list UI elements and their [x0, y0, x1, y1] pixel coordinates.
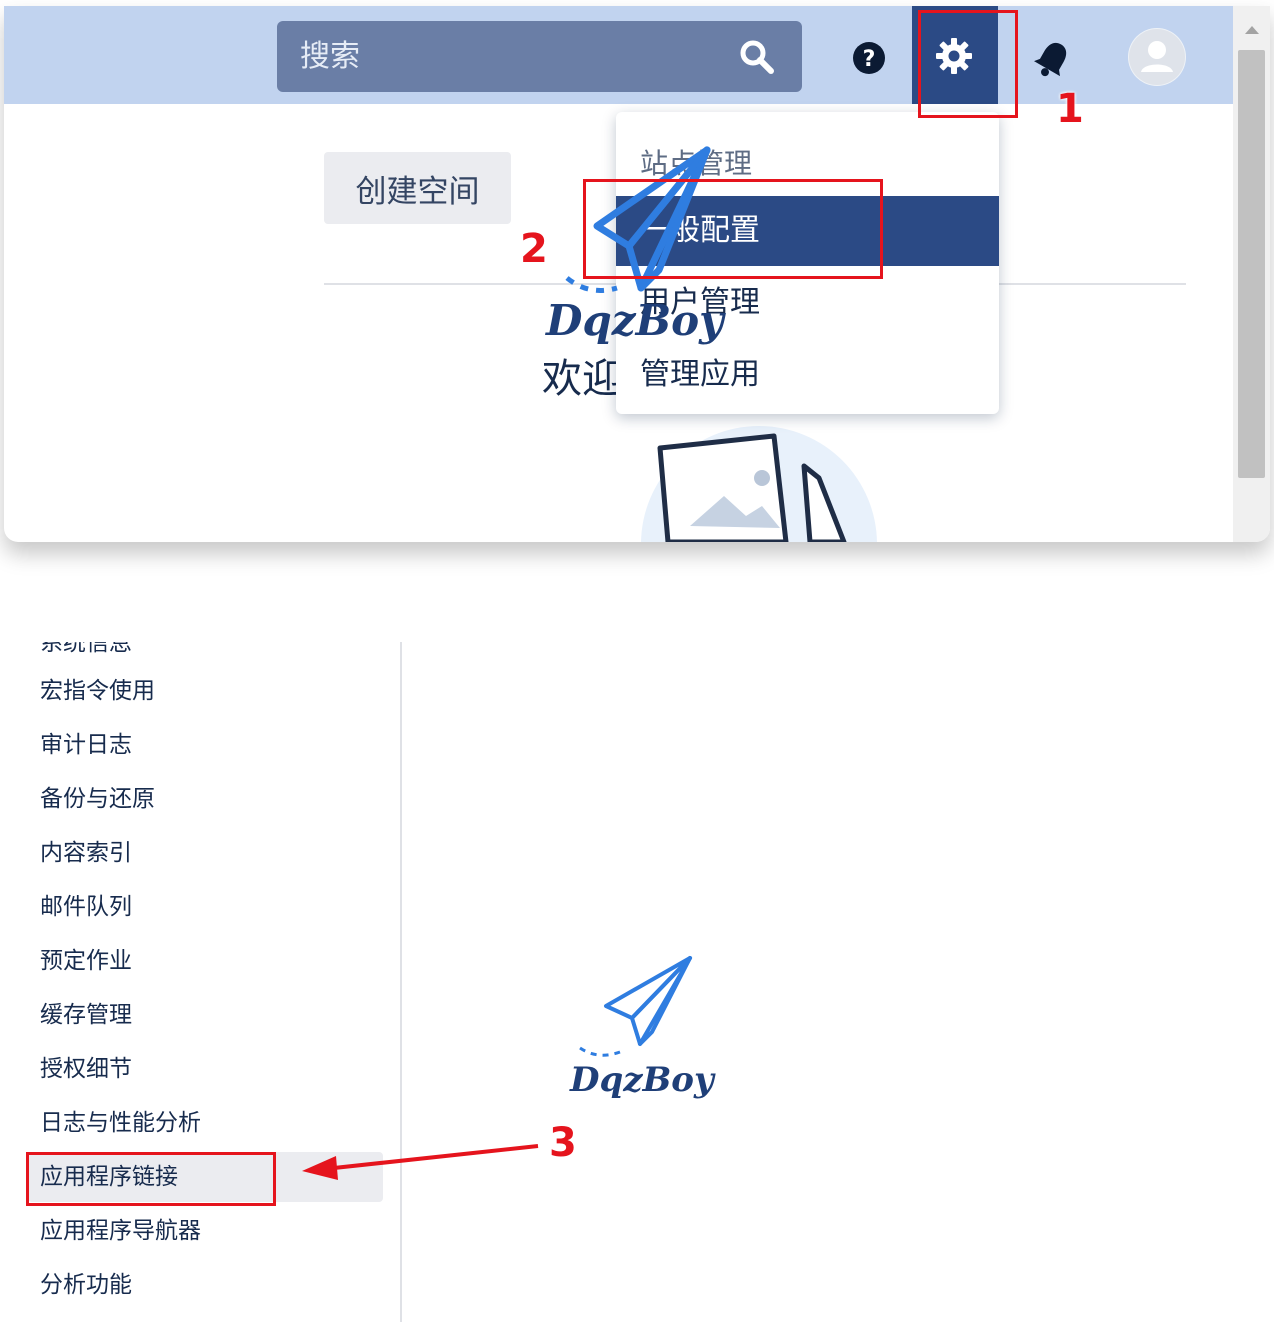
empty-state-image-icon — [634, 426, 884, 542]
top-navigation-bar: ? — [4, 6, 1233, 104]
admin-console-screenshot: 系统信息 宏指令使用 审计日志 备份与还原 内容索引 邮件队列 预定作业 缓存管… — [4, 642, 1270, 1322]
svg-text:?: ? — [863, 47, 876, 72]
user-avatar[interactable] — [1128, 28, 1186, 86]
callout-box-step1 — [918, 10, 1018, 118]
scrollbar-thumb[interactable] — [1238, 50, 1265, 478]
callout-number-step2: 2 — [520, 226, 548, 272]
callout-arrow-icon — [302, 1144, 539, 1180]
confluence-header-screenshot: ? — [4, 6, 1270, 542]
search-icon[interactable] — [739, 39, 775, 79]
create-space-button[interactable]: 创建空间 — [324, 152, 511, 224]
help-icon[interactable]: ? — [852, 41, 886, 79]
search-input[interactable] — [277, 21, 717, 92]
dqzboy-watermark-icon-bottom — [572, 952, 702, 1066]
callout-number-step1: 1 — [1056, 86, 1084, 132]
sidebar-item-analytics[interactable]: 分析功能 — [28, 1260, 383, 1310]
notification-bell-icon[interactable] — [1030, 38, 1074, 86]
dqzboy-watermark-text-bottom: DqzBoy — [570, 1060, 714, 1100]
vertical-scrollbar[interactable] — [1233, 6, 1270, 542]
search-box[interactable] — [277, 21, 802, 92]
dqzboy-watermark-text: DqzBoy — [546, 296, 724, 345]
scroll-up-arrow-icon[interactable] — [1245, 26, 1259, 34]
callout-box-step2 — [583, 179, 883, 279]
